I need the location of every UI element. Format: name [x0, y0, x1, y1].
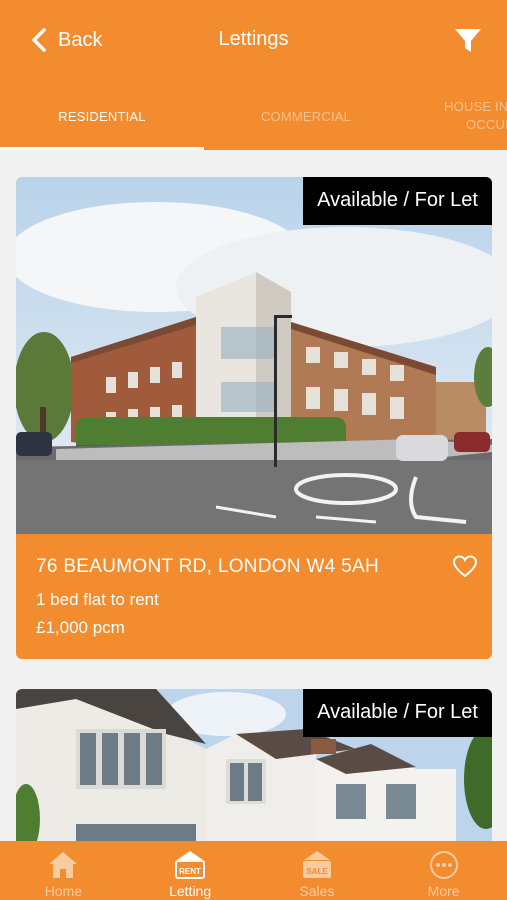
property-photo: Available / For Let [16, 177, 492, 534]
listing-address: 76 BEAUMONT RD, LONDON W4 5AH [36, 556, 380, 577]
tab-house-in-occupation[interactable]: HOUSE IN OCCUP [444, 80, 507, 150]
tab-hio-label-line2: OCCUP [466, 117, 507, 132]
more-icon [429, 851, 458, 879]
rent-sign-icon: RENT [175, 851, 206, 879]
sale-sign-text: SALE [306, 867, 328, 876]
listing-card[interactable]: Available / For Let 76 BEAUMONT RD, LOND… [16, 177, 492, 659]
availability-badge: Available / For Let [303, 689, 492, 737]
page-title: Lettings [218, 28, 289, 50]
home-icon [49, 852, 78, 878]
tabbar-item-more[interactable]: More [380, 841, 507, 900]
tab-commercial-label: COMMERCIAL [260, 109, 352, 124]
tabbar-item-letting[interactable]: RENT Letting [127, 841, 254, 900]
tabbar-label-sales: Sales [299, 883, 335, 899]
apartment-building-image [16, 177, 492, 534]
tabbar-item-home[interactable]: Home [0, 841, 127, 900]
tabbar-label-more: More [427, 883, 460, 899]
bottom-tab-bar: Home RENT Letting SALE Sales More [0, 841, 507, 900]
listing-price: £1,000 pcm [36, 618, 125, 637]
heart-icon[interactable] [452, 554, 478, 580]
category-tabs: RESIDENTIAL COMMERCIAL HOUSE IN OCCUP [0, 80, 507, 150]
listing-description: 1 bed flat to rent [36, 590, 159, 609]
listing-card[interactable]: Available / For Let [16, 689, 492, 849]
tabbar-item-sales[interactable]: SALE Sales [254, 841, 381, 900]
tab-commercial[interactable]: COMMERCIAL [204, 80, 408, 150]
rent-sign-text: RENT [179, 867, 201, 876]
filter-icon[interactable] [453, 26, 483, 56]
tabbar-label-home: Home [44, 883, 83, 899]
app-header: Back Lettings RESIDENTIAL COMMERCIAL HOU… [0, 0, 507, 150]
tabbar-label-letting: Letting [169, 883, 212, 899]
availability-badge: Available / For Let [303, 177, 492, 225]
property-photo: Available / For Let [16, 689, 492, 849]
sale-sign-icon: SALE [302, 851, 331, 878]
tab-residential[interactable]: RESIDENTIAL [0, 80, 204, 150]
tab-hio-label-line1: HOUSE IN [444, 99, 507, 114]
listing-info: 76 BEAUMONT RD, LONDON W4 5AH 1 bed flat… [16, 534, 492, 659]
tab-residential-label: RESIDENTIAL [58, 109, 146, 124]
